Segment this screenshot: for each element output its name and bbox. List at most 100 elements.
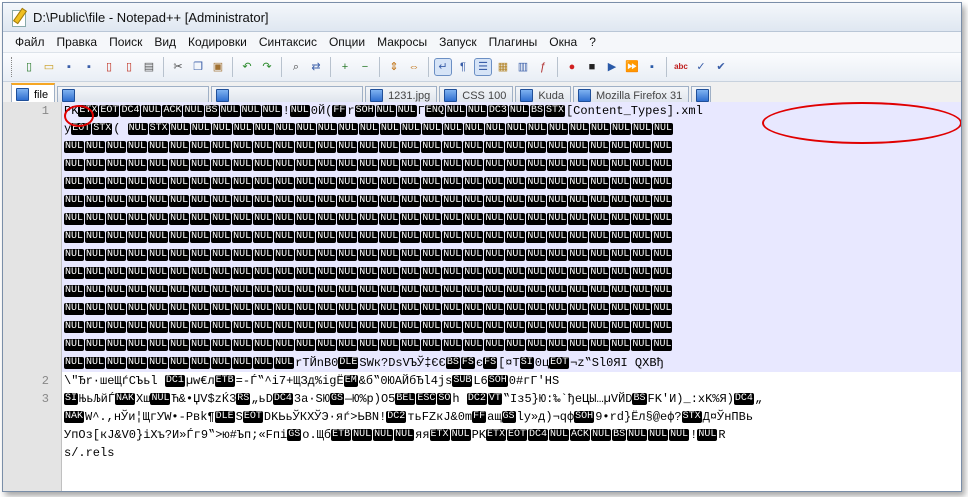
sync-horizontal-icon[interactable]: ⇔ <box>406 59 422 75</box>
code-line: s/.rels <box>62 444 961 462</box>
control-char-token: NUL <box>379 212 400 225</box>
record-macro-icon[interactable]: ● <box>564 59 580 75</box>
find-icon[interactable]: ⌕ <box>288 59 304 75</box>
control-char-token: NUL <box>484 284 505 297</box>
control-char-token: NUL <box>211 302 232 315</box>
control-char-token: NUL <box>484 123 505 135</box>
menu-item[interactable]: Поиск <box>109 35 142 49</box>
control-char-token: NUL <box>400 248 421 261</box>
stop-record-icon[interactable]: ■ <box>584 59 600 75</box>
control-char-token: NUL <box>261 105 282 117</box>
toolbar-grip[interactable] <box>11 57 15 77</box>
control-char-token: NUL <box>253 266 274 279</box>
control-char-token: NUL <box>379 284 400 297</box>
tab[interactable]: file <box>11 83 56 104</box>
control-char-token: NUL <box>379 230 400 243</box>
line-number <box>3 300 61 318</box>
control-char-token: NUL <box>127 194 148 207</box>
control-char-token: NUL <box>169 284 190 297</box>
control-char-token: NUL <box>568 266 589 279</box>
menu-item[interactable]: Правка <box>57 35 98 49</box>
control-char-token: NUL <box>526 176 547 189</box>
new-file-icon[interactable]: ▯ <box>21 59 37 75</box>
spellcheck-settings-icon[interactable]: ✔ <box>713 59 729 75</box>
document-icon <box>370 89 384 102</box>
menu-item[interactable]: Кодировки <box>188 35 247 49</box>
control-char-token: NUL <box>547 248 568 261</box>
control-char-token: NUL <box>631 140 652 153</box>
cut-icon[interactable]: ✂ <box>170 59 186 75</box>
control-char-token: NUL <box>148 140 169 153</box>
open-file-icon[interactable]: ▭ <box>41 59 57 75</box>
spellcheck-doc-icon[interactable]: ✓ <box>693 59 709 75</box>
control-char-token: NUL <box>274 123 295 135</box>
zoom-out-icon[interactable]: − <box>357 59 373 75</box>
control-char-token: NUL <box>632 123 653 135</box>
close-all-icon[interactable]: ▯ <box>121 59 137 75</box>
control-char-token: ETX <box>485 429 506 441</box>
control-char-token: NUL <box>169 212 190 225</box>
show-all-chars-icon[interactable]: ¶ <box>455 59 471 75</box>
control-char-token: NUL <box>484 194 505 207</box>
text-area[interactable]: PKETX EOT DC4 NUL ACK NUL BS NUL NUL NUL !NUL 0Й(FF… <box>62 102 961 491</box>
menu-item[interactable]: Плагины <box>489 35 538 49</box>
print-icon[interactable]: ▤ <box>141 59 157 75</box>
control-char-token: NUL <box>316 320 337 333</box>
close-icon[interactable]: ▯ <box>101 59 117 75</box>
paste-icon[interactable]: ▣ <box>210 59 226 75</box>
control-char-token: NUL <box>127 284 148 297</box>
code-text: SWк?DsVЪЎ‡ЄЄ <box>359 356 446 370</box>
control-char-token: NUL <box>219 105 240 117</box>
line-number <box>3 444 61 462</box>
control-char-token: NUL <box>169 320 190 333</box>
undo-icon[interactable]: ↶ <box>239 59 255 75</box>
indent-guide-icon[interactable]: ☰ <box>474 58 492 76</box>
save-macro-icon[interactable]: ▪ <box>644 59 660 75</box>
doc-map-icon[interactable]: ▥ <box>515 59 531 75</box>
control-char-token: EOT <box>99 105 120 117</box>
control-char-token: NUL <box>591 429 612 441</box>
replace-icon[interactable]: ⇄ <box>308 59 324 75</box>
copy-icon[interactable]: ❐ <box>190 59 206 75</box>
menu-item[interactable]: Запуск <box>439 35 477 49</box>
sync-vertical-icon[interactable]: ⇕ <box>386 59 402 75</box>
code-line: SI ЊьЉйЃNAK XшNUL Ћ&•ЏV$zЌ3RS „ьDDC4 3а·SЮGS —… <box>62 390 961 408</box>
control-char-token: NUL <box>463 230 484 243</box>
play-macro-icon[interactable]: ▶ <box>604 59 620 75</box>
menu-item[interactable]: Опции <box>329 35 365 49</box>
control-char-token: NUL <box>211 140 232 153</box>
menu-item[interactable]: Окна <box>549 35 577 49</box>
control-char-token: NUL <box>253 212 274 225</box>
save-icon[interactable]: ▪ <box>61 59 77 75</box>
redo-icon[interactable]: ↷ <box>259 59 275 75</box>
spellcheck-icon[interactable]: abc <box>673 59 689 75</box>
code-text: [¤T <box>498 356 520 370</box>
control-char-token: NUL <box>568 248 589 261</box>
control-char-token: BS <box>612 429 627 441</box>
control-char-token: NUL <box>316 230 337 243</box>
control-char-token: NUL <box>547 230 568 243</box>
control-char-token: NUL <box>526 123 547 135</box>
udl-icon[interactable]: ▦ <box>495 59 511 75</box>
function-list-icon[interactable]: ƒ <box>535 59 551 75</box>
control-char-token: NUL <box>526 248 547 261</box>
control-char-token: NUL <box>316 212 337 225</box>
menu-item[interactable]: Макросы <box>377 35 427 49</box>
control-char-token: NUL <box>337 194 358 207</box>
save-all-icon[interactable]: ▪ <box>81 59 97 75</box>
control-char-token: NUL <box>274 248 295 261</box>
control-char-token: NUL <box>148 357 169 369</box>
menu-item[interactable]: ? <box>589 35 596 49</box>
tab-label: Kuda <box>538 89 565 102</box>
zoom-in-icon[interactable]: + <box>337 59 353 75</box>
code-text: ! <box>282 104 290 118</box>
word-wrap-icon[interactable]: ↵ <box>434 58 452 76</box>
menu-item[interactable]: Вид <box>154 35 176 49</box>
menu-item[interactable]: Синтаксис <box>259 35 317 49</box>
control-char-token: NUL <box>183 105 204 117</box>
run-macro-multiple-icon[interactable]: ⏩ <box>624 59 640 75</box>
control-char-token: NUL <box>64 212 85 225</box>
menu-item[interactable]: Файл <box>15 35 45 49</box>
control-char-token: NUL <box>232 140 253 153</box>
control-char-token: NUL <box>568 338 589 351</box>
